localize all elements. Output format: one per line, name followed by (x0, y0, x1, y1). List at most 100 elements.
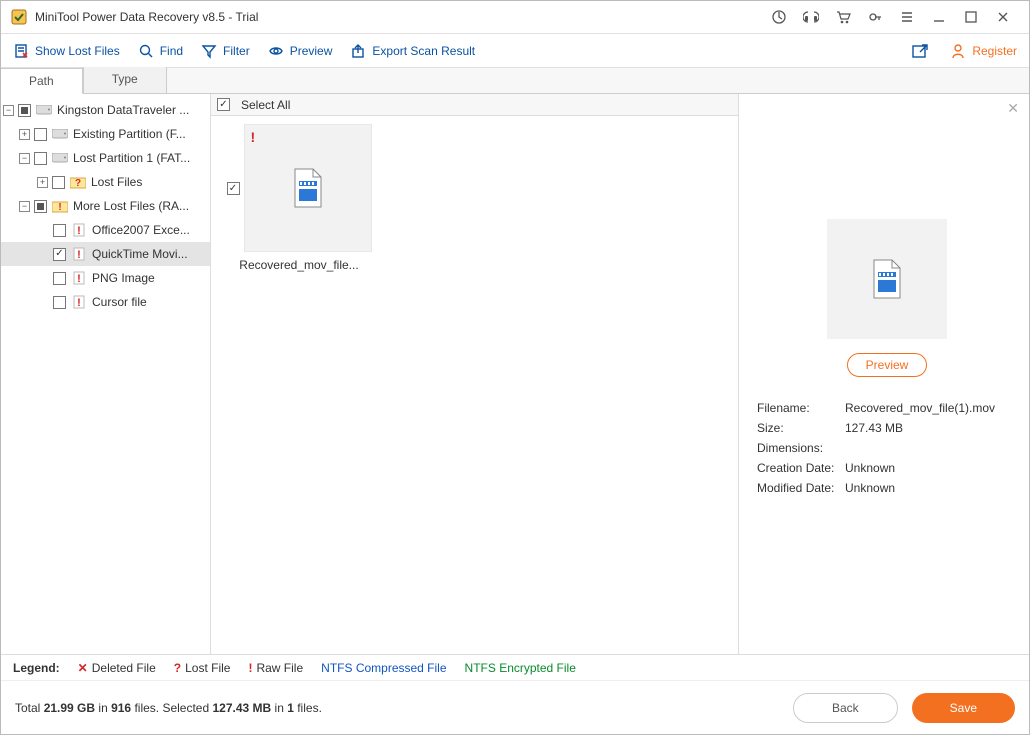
tree-checkbox[interactable] (34, 200, 47, 213)
back-button[interactable]: Back (793, 693, 898, 723)
tree-row-more-lost-files[interactable]: − ! More Lost Files (RA... (1, 194, 210, 218)
file-metadata: Filename: Recovered_mov_file(1).mov Size… (757, 401, 1017, 501)
meta-dimensions: Dimensions: (757, 441, 1017, 455)
show-lost-files-button[interactable]: Show Lost Files (13, 43, 120, 59)
preview-button[interactable]: Preview (268, 43, 333, 59)
tab-path-label: Path (29, 74, 54, 88)
file-grid[interactable]: ! Recovered_mov_file... (211, 116, 738, 654)
share-button[interactable] (908, 42, 932, 60)
main-area: Path Type − Kingston DataTraveler ... + (1, 68, 1029, 654)
filter-label: Filter (223, 44, 250, 58)
tree-label: PNG Image (92, 271, 155, 285)
titlebar-feedback-icon[interactable] (763, 1, 795, 33)
meta-created: Creation Date: Unknown (757, 461, 1017, 475)
tree-row-office[interactable]: ! Office2007 Exce... (1, 218, 210, 242)
tree-label: Office2007 Exce... (92, 223, 190, 237)
meta-label: Filename: (757, 401, 845, 415)
tab-type[interactable]: Type (83, 67, 167, 93)
tab-type-label: Type (112, 72, 138, 86)
svg-text:?: ? (75, 178, 81, 189)
file-checkbox[interactable] (227, 182, 240, 195)
expand-icon[interactable]: + (37, 177, 48, 188)
collapse-icon[interactable]: − (3, 105, 14, 116)
meta-label: Modified Date: (757, 481, 845, 495)
find-button[interactable]: Find (138, 43, 183, 59)
tab-path[interactable]: Path (1, 68, 83, 94)
tree-checkbox[interactable] (53, 272, 66, 285)
meta-label: Creation Date: (757, 461, 845, 475)
legend-ntfs-encrypted: NTFS Encrypted File (465, 661, 576, 675)
titlebar-cart-icon[interactable] (827, 1, 859, 33)
tree-checkbox[interactable] (18, 104, 31, 117)
select-all-bar: Select All (211, 94, 738, 116)
file-pane: Select All ! (211, 94, 739, 654)
preview-file-button[interactable]: Preview (847, 353, 928, 377)
meta-value (845, 441, 1017, 455)
collapse-icon[interactable]: − (19, 153, 30, 164)
titlebar-support-icon[interactable] (795, 1, 827, 33)
tree-row-existing-partition[interactable]: + Existing Partition (F... (1, 122, 210, 146)
legend-label: Raw File (256, 661, 303, 675)
meta-size: Size: 127.43 MB (757, 421, 1017, 435)
export-scan-button[interactable]: Export Scan Result (350, 43, 475, 59)
select-all-checkbox[interactable] (217, 98, 230, 111)
tree-row-png[interactable]: ! PNG Image (1, 266, 210, 290)
svg-text:!: ! (58, 202, 61, 213)
expand-icon[interactable]: + (19, 129, 30, 140)
legend-bar: Legend: ✕Deleted File ?Lost File !Raw Fi… (1, 654, 1029, 680)
video-file-icon (291, 167, 325, 209)
tree-label: More Lost Files (RA... (73, 199, 189, 213)
close-details-button[interactable]: ✕ (1007, 100, 1019, 117)
raw-badge-icon: ! (251, 129, 256, 145)
toolbar: Show Lost Files Find Filter Preview Expo… (1, 34, 1029, 68)
tree-label: Lost Files (91, 175, 142, 189)
filter-button[interactable]: Filter (201, 43, 250, 59)
t: Total (15, 701, 44, 715)
tree-checkbox[interactable] (34, 152, 47, 165)
t: 1 (287, 701, 294, 715)
t: 916 (111, 701, 131, 715)
meta-value: Recovered_mov_file(1).mov (845, 401, 1017, 415)
meta-value: Unknown (845, 461, 1017, 475)
back-label: Back (832, 701, 859, 715)
find-label: Find (160, 44, 183, 58)
save-label: Save (950, 701, 977, 715)
meta-label: Size: (757, 421, 845, 435)
file-thumbnail[interactable]: ! (244, 124, 372, 252)
tree-pane[interactable]: − Kingston DataTraveler ... + Existing P… (1, 94, 211, 654)
register-button[interactable]: Register (950, 43, 1017, 59)
tree-checkbox[interactable] (53, 296, 66, 309)
preview-label: Preview (290, 44, 333, 58)
maximize-button[interactable] (955, 1, 987, 33)
raw-file-icon: ! (71, 270, 87, 286)
tree-row-cursor[interactable]: ! Cursor file (1, 290, 210, 314)
collapse-icon[interactable]: − (19, 201, 30, 212)
legend-ntfs-compressed: NTFS Compressed File (321, 661, 446, 675)
minimize-button[interactable] (923, 1, 955, 33)
file-item[interactable]: ! Recovered_mov_file... (219, 124, 379, 272)
tree-row-root[interactable]: − Kingston DataTraveler ... (1, 98, 210, 122)
tree-checkbox[interactable] (34, 128, 47, 141)
svg-text:!: ! (77, 297, 81, 309)
title-bar: MiniTool Power Data Recovery v8.5 - Tria… (1, 1, 1029, 34)
save-button[interactable]: Save (912, 693, 1015, 723)
tree-row-lost-files[interactable]: + ? Lost Files (1, 170, 210, 194)
titlebar-menu-icon[interactable] (891, 1, 923, 33)
raw-file-icon: ! (71, 294, 87, 310)
titlebar-key-icon[interactable] (859, 1, 891, 33)
svg-text:!: ! (77, 273, 81, 285)
tree-label: Existing Partition (F... (73, 127, 186, 141)
meta-value: Unknown (845, 481, 1017, 495)
tree-row-lost-partition[interactable]: − Lost Partition 1 (FAT... (1, 146, 210, 170)
legend-lost: ?Lost File (174, 661, 231, 675)
tree-row-quicktime[interactable]: ! QuickTime Movi... (1, 242, 210, 266)
tree-checkbox[interactable] (53, 224, 66, 237)
content-split: − Kingston DataTraveler ... + Existing P… (1, 94, 1029, 654)
tree-checkbox[interactable] (53, 248, 66, 261)
meta-label: Dimensions: (757, 441, 845, 455)
drive-icon (36, 102, 52, 118)
preview-thumbnail (827, 219, 947, 339)
tree-checkbox[interactable] (52, 176, 65, 189)
close-button[interactable] (987, 1, 1019, 33)
footer-bar: Total 21.99 GB in 916 files. Selected 12… (1, 680, 1029, 734)
